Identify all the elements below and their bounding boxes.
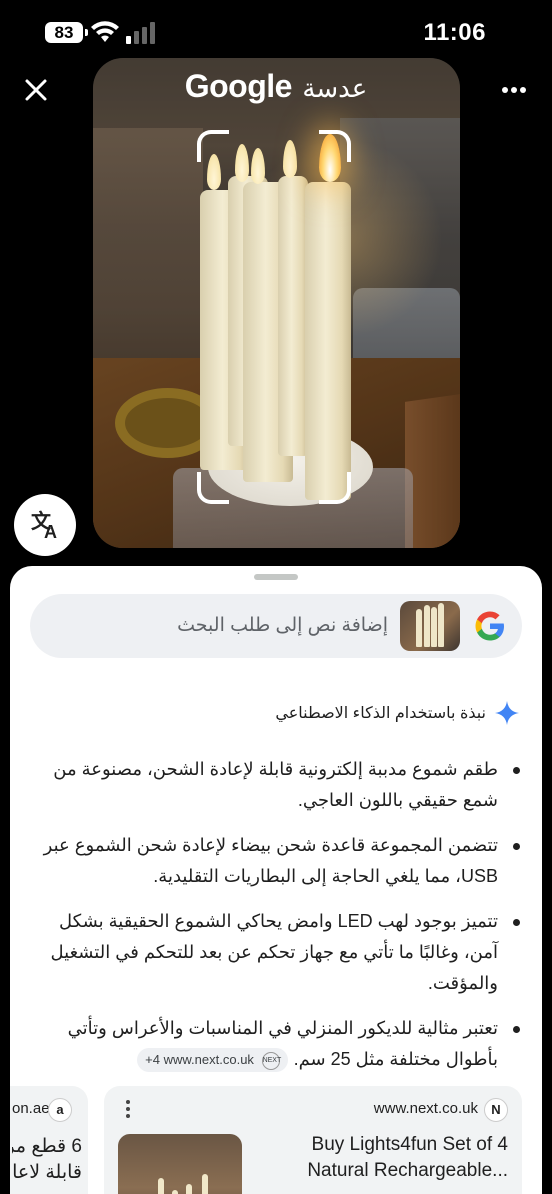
list-item: تتضمن المجموعة قاعدة شحن بيضاء لإعادة شح… [36, 830, 526, 892]
sheet-drag-handle[interactable] [254, 574, 298, 580]
google-wordmark: Google [184, 68, 293, 104]
result-title: Buy Lights4fun Set of 4 Natural Recharge… [307, 1134, 508, 1181]
more-vert-icon[interactable] [124, 1098, 132, 1120]
ai-overview-title: نبذة باستخدام الذكاء الاصطناعي [275, 705, 486, 722]
list-item: طقم شموع مدببة إلكترونية قابلة لإعادة ال… [36, 754, 526, 816]
list-item: تعتبر مثالية للديكور المنزلي في المناسبا… [36, 1013, 526, 1075]
result-site: on.ae [12, 1100, 50, 1117]
translate-button[interactable]: 文 A [14, 494, 76, 556]
camera-preview[interactable] [93, 58, 460, 548]
result-site: www.next.co.uk [373, 1100, 478, 1117]
list-item: تتميز بوجود لهب LED وامض يحاكي الشموع ال… [36, 906, 526, 999]
search-bar[interactable]: إضافة نص إلى طلب البحث [30, 594, 522, 658]
search-placeholder: إضافة نص إلى طلب البحث [177, 615, 388, 636]
result-card[interactable]: on.ae a 6 قطع مر قابلة لاعا [10, 1086, 88, 1194]
candle [278, 176, 308, 456]
svg-text:A: A [44, 522, 57, 542]
status-bar: 83 11:06 [0, 0, 552, 60]
selection-corner[interactable] [197, 130, 229, 162]
ai-overview-header: نبذة باستخدام الذكاء الاصطناعي [275, 700, 520, 726]
gemini-sparkle-icon [495, 701, 519, 725]
source-more-count: +4 [145, 1052, 160, 1068]
selection-corner[interactable] [197, 472, 229, 504]
battery-indicator: 83 [45, 22, 88, 43]
cellular-signal-icon [126, 22, 155, 44]
result-image[interactable] [118, 1134, 242, 1194]
source-chip[interactable]: +4 www.next.co.uk NEXT [137, 1048, 288, 1073]
translate-icon: 文 A [31, 509, 57, 542]
ai-overview-list: طقم شموع مدببة إلكترونية قابلة لإعادة ال… [36, 754, 526, 1089]
wifi-icon [91, 21, 119, 42]
next-icon: N [484, 1098, 508, 1122]
more-icon[interactable] [500, 78, 528, 102]
lens-label: عدسة [302, 73, 368, 103]
selection-corner[interactable] [319, 130, 351, 162]
query-image-thumbnail[interactable] [400, 601, 460, 651]
source-domain: www.next.co.uk [163, 1052, 254, 1068]
amazon-icon: a [48, 1098, 72, 1122]
status-time: 11:06 [423, 19, 486, 46]
source-badge: NEXT [261, 1051, 281, 1070]
candle [305, 182, 351, 500]
result-card[interactable]: www.next.co.uk N Buy Lights4fun Set of 4… [104, 1086, 522, 1194]
app-title: Google عدسة [0, 68, 552, 105]
google-g-icon [475, 611, 504, 641]
results-sheet: إضافة نص إلى طلب البحث نبذة باستخدام الذ… [10, 566, 542, 1194]
selection-corner[interactable] [319, 472, 351, 504]
result-title: 6 قطع مر قابلة لاعا [12, 1136, 82, 1183]
